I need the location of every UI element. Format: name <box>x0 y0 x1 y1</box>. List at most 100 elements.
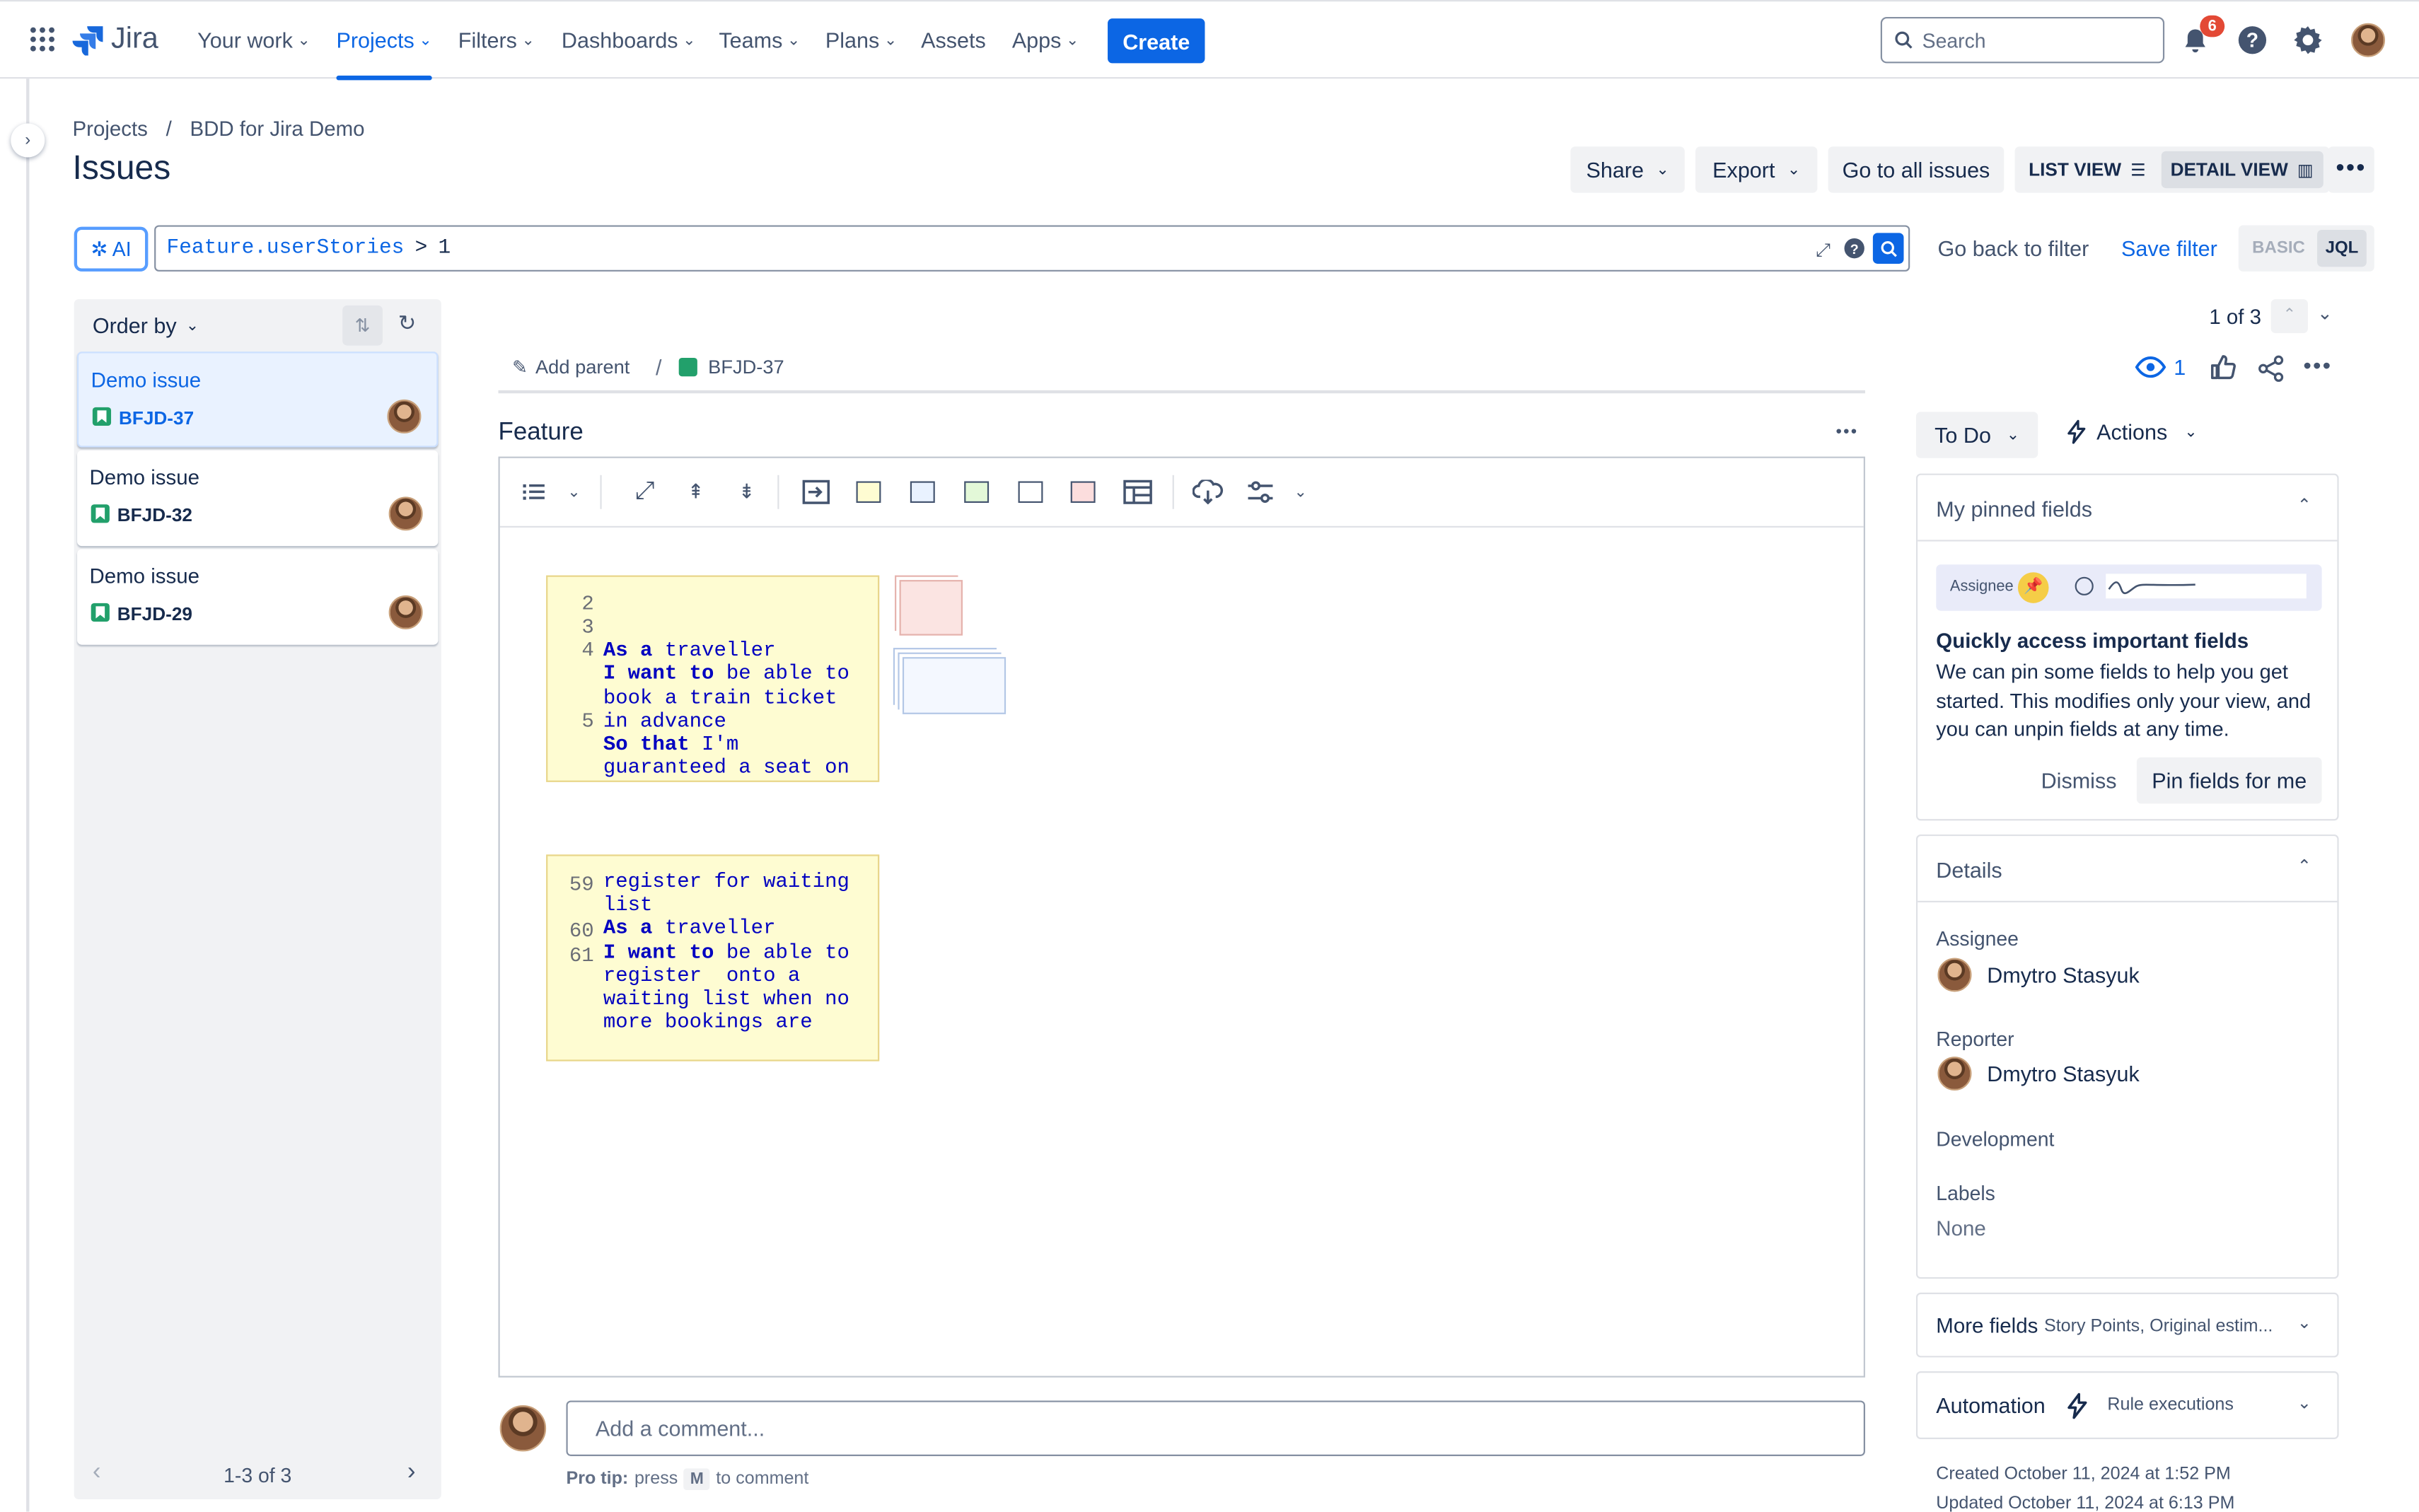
nav-filters[interactable]: Filters ⌄ <box>458 1 535 78</box>
nav-assets[interactable]: Assets <box>921 1 986 78</box>
share-icon[interactable] <box>2257 355 2285 383</box>
created-date: Created October 11, 2024 at 1:52 PM <box>1936 1465 2231 1484</box>
more-fields-panel[interactable]: More fields Story Points, Original estim… <box>1915 1292 2339 1358</box>
search-input[interactable]: Search <box>1880 16 2165 64</box>
nav-apps[interactable]: Apps ⌄ <box>1012 1 1079 78</box>
issue-breadcrumb-key[interactable]: BFJD-37 <box>678 356 784 378</box>
expand-sidebar-button[interactable]: › <box>11 123 45 158</box>
keyboard-key: M <box>684 1468 710 1490</box>
ai-label: AI <box>112 237 132 261</box>
refresh-icon[interactable]: ↻ <box>398 310 417 336</box>
reporter-value[interactable]: Dmytro Stasyuk <box>1987 1062 2140 1086</box>
expand-jql-icon[interactable]: ⤢ <box>1816 239 1831 262</box>
create-button[interactable]: Create <box>1108 18 1205 64</box>
jira-logo[interactable]: Jira <box>72 23 158 57</box>
assignee-value[interactable]: Dmytro Stasyuk <box>1987 963 2140 987</box>
issue-more-icon[interactable]: ••• <box>2303 353 2332 379</box>
chevron-up-icon[interactable]: ⌃ <box>2297 856 2311 876</box>
yellow-note-icon[interactable] <box>853 478 884 506</box>
fullscreen-icon[interactable]: ⤢ <box>630 478 661 506</box>
basic-mode-button[interactable]: BASIC <box>2243 239 2314 257</box>
collapse-all-icon[interactable]: ⇞ <box>680 478 712 506</box>
cloud-sync-icon[interactable] <box>1193 478 1224 506</box>
red-note-stack[interactable] <box>899 580 963 636</box>
breadcrumb-projects[interactable]: Projects <box>73 117 148 141</box>
green-note-icon[interactable] <box>961 478 992 506</box>
next-issue-button[interactable]: ⌄ <box>2317 302 2333 324</box>
add-parent-button[interactable]: ✎ Add parent <box>512 356 630 378</box>
actions-button[interactable]: Actions ⌄ <box>2067 419 2198 444</box>
detail-view-button[interactable]: DETAIL VIEW ▥ <box>2161 151 2323 189</box>
nav-projects[interactable]: Projects ⌄ <box>336 1 432 81</box>
reporter-label: Reporter <box>1936 1027 2014 1051</box>
nav-your-work[interactable]: Your work ⌄ <box>197 1 311 78</box>
scribble-decoration <box>2106 574 2307 599</box>
dismiss-button[interactable]: Dismiss <box>2041 768 2117 793</box>
more-actions-button[interactable]: ••• <box>2328 146 2374 193</box>
issue-summary: Demo issue <box>91 368 202 392</box>
jql-help-icon[interactable]: ? <box>1843 238 1865 260</box>
nav-teams[interactable]: Teams ⌄ <box>719 1 800 78</box>
nav-label: Assets <box>921 28 986 53</box>
table-icon[interactable] <box>1122 478 1153 506</box>
export-button[interactable]: Export ⌄ <box>1695 146 1818 193</box>
list-item[interactable]: Demo issue BFJD-32 <box>77 450 439 547</box>
settings-gear-icon[interactable] <box>2292 25 2324 56</box>
pro-tip-text: to comment <box>716 1470 809 1489</box>
profile-avatar[interactable] <box>2351 23 2386 57</box>
status-dropdown[interactable]: To Do ⌄ <box>1915 412 2038 458</box>
help-icon[interactable]: ? <box>2237 25 2268 56</box>
next-page-icon[interactable]: › <box>407 1459 416 1487</box>
assignee-avatar <box>388 595 423 629</box>
automation-panel[interactable]: Automation Rule executions ⌄ <box>1915 1371 2339 1439</box>
blue-note-icon[interactable] <box>907 478 938 506</box>
pin-fields-button[interactable]: Pin fields for me <box>2136 757 2322 804</box>
chevron-down-icon: ⌄ <box>521 31 535 49</box>
jql-operator: > <box>414 236 428 260</box>
settings-sliders-icon[interactable] <box>1245 478 1276 506</box>
white-note-icon[interactable] <box>1015 478 1046 506</box>
blue-note-stack[interactable] <box>902 657 1007 714</box>
chevron-down-icon[interactable]: ⌄ <box>559 478 590 506</box>
list-item[interactable]: Demo issue BFJD-37 <box>77 351 439 448</box>
red-note-icon[interactable] <box>1067 478 1098 506</box>
list-view-button[interactable]: LIST VIEW ☰ <box>2019 151 2155 188</box>
app-switcher-icon[interactable] <box>29 26 55 52</box>
list-item[interactable]: Demo issue BFJD-29 <box>77 549 439 645</box>
issue-key-label: BFJD-37 <box>708 356 784 378</box>
automation-subtitle: Rule executions <box>2107 1395 2234 1415</box>
nav-plans[interactable]: Plans ⌄ <box>825 1 897 78</box>
go-to-all-issues-button[interactable]: Go to all issues <box>1828 146 2005 193</box>
eye-icon <box>2135 356 2166 378</box>
story-note[interactable]: 59 60 61 register for waiting list As a tr… <box>546 854 880 1062</box>
reporter-avatar <box>1937 1057 1972 1091</box>
previous-issue-button[interactable]: ⌃ <box>2270 299 2308 334</box>
thumbs-up-icon[interactable] <box>2209 353 2237 380</box>
chevron-up-icon[interactable]: ⌃ <box>2297 495 2311 515</box>
field-title: Feature <box>498 419 584 446</box>
labels-value[interactable]: None <box>1936 1217 1985 1240</box>
watch-button[interactable]: 1 <box>2135 355 2186 380</box>
jql-mode-button[interactable]: JQL <box>2317 229 2367 267</box>
jql-input[interactable]: Feature.userStories > 1 <box>154 225 1910 272</box>
note-text: As a traveller I want to be able to book… <box>603 615 869 780</box>
comment-placeholder: Add a comment... <box>595 1416 765 1441</box>
comment-input[interactable]: Add a comment... <box>566 1400 1865 1456</box>
order-by-button[interactable]: Order by ⌄ <box>93 313 199 338</box>
expand-all-icon[interactable]: ⇟ <box>731 478 762 506</box>
nav-label: Plans <box>825 28 880 53</box>
jql-search-button[interactable] <box>1872 233 1904 264</box>
sort-order-icon[interactable]: ⇅ <box>342 305 383 346</box>
go-back-to-filter-button[interactable]: Go back to filter <box>1937 236 2089 261</box>
share-button[interactable]: Share ⌄ <box>1570 146 1685 193</box>
breadcrumb-project[interactable]: BDD for Jira Demo <box>190 117 364 141</box>
list-format-icon[interactable] <box>518 478 550 506</box>
field-more-icon[interactable]: ••• <box>1836 423 1859 441</box>
import-icon[interactable] <box>801 478 832 506</box>
nav-label: Your work <box>197 28 293 53</box>
save-filter-button[interactable]: Save filter <box>2121 236 2217 261</box>
story-note[interactable]: 2345 As a traveller I want to be able to… <box>546 575 880 782</box>
chevron-down-icon[interactable]: ⌄ <box>1285 478 1316 506</box>
nav-dashboards[interactable]: Dashboards ⌄ <box>562 1 696 78</box>
ai-button[interactable]: ✲ AI <box>74 226 149 272</box>
